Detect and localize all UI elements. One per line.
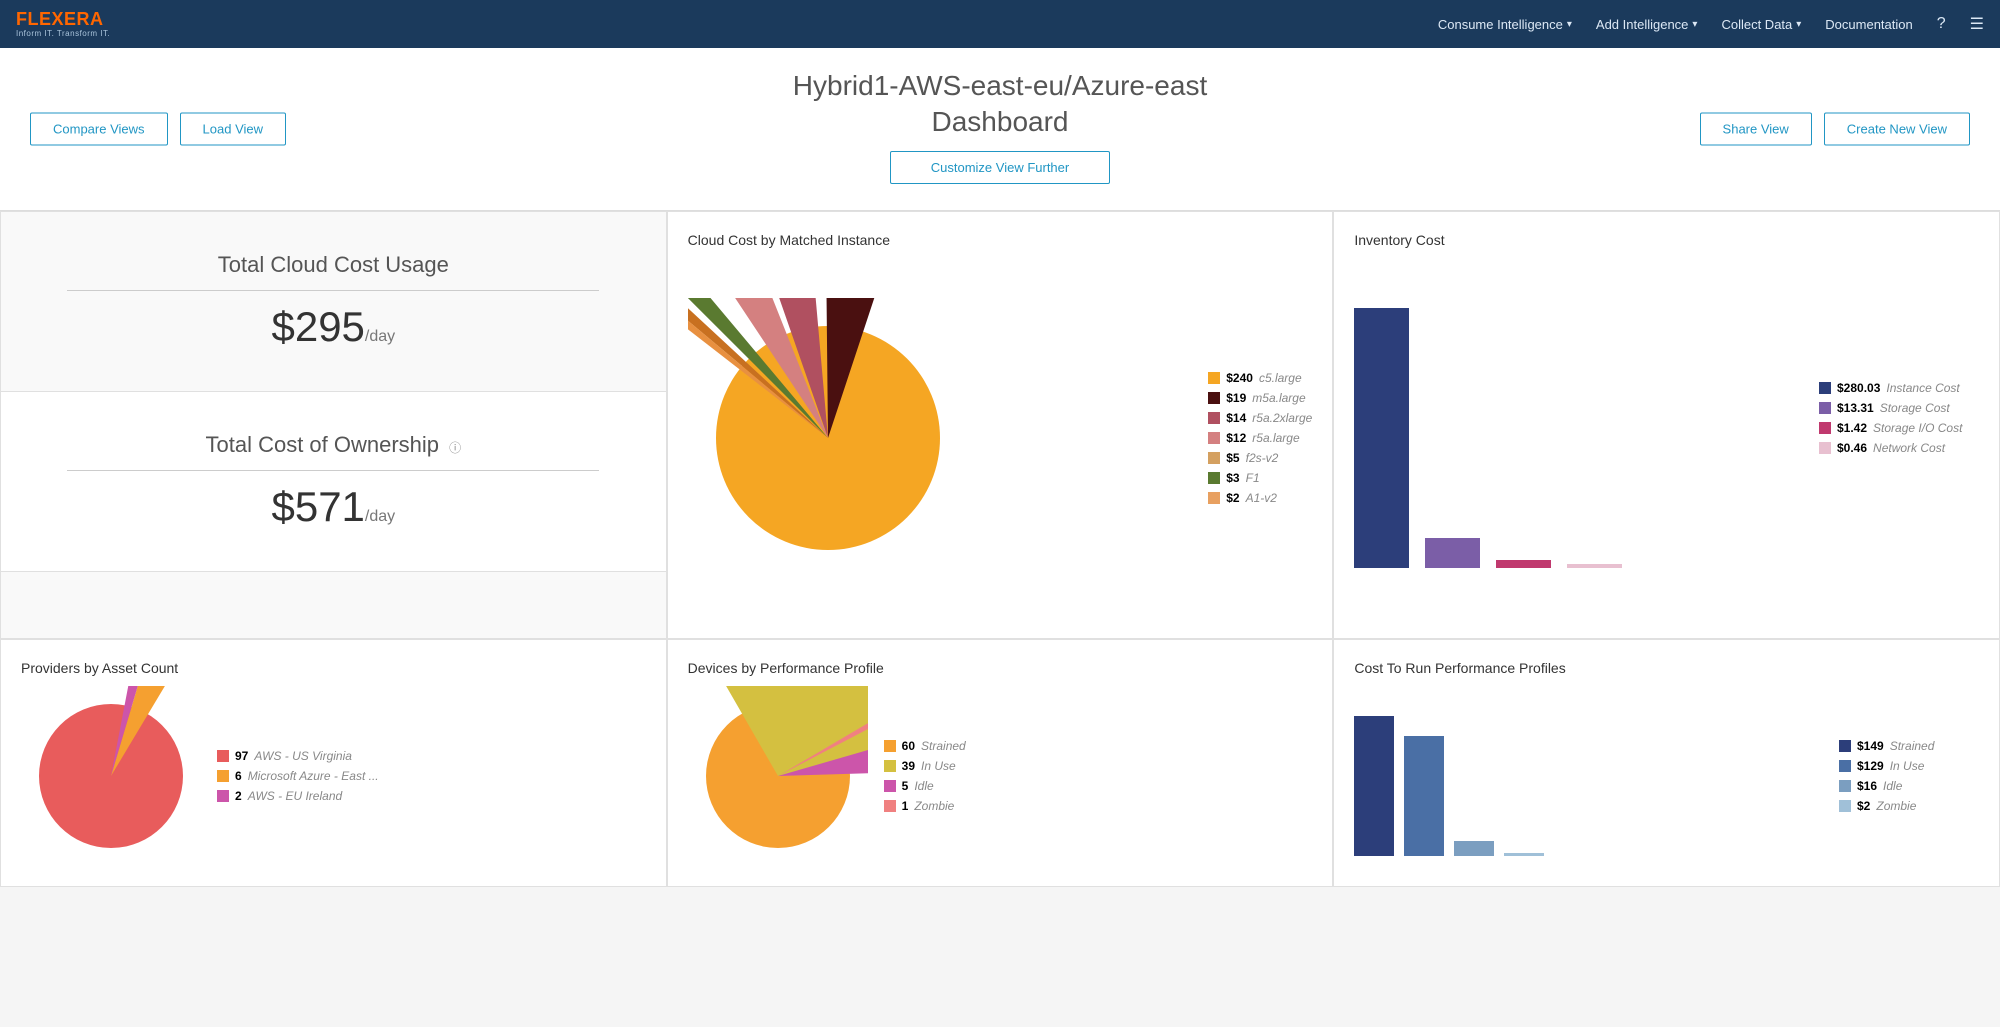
legend-item: $240 c5.large bbox=[1208, 371, 1312, 385]
cloud-cost-pie-container: $240 c5.large $19 m5a.large $14 r5a.2xla… bbox=[688, 258, 1313, 618]
legend-color bbox=[1208, 372, 1220, 384]
bar-storage-io bbox=[1496, 288, 1551, 568]
bottom-row: Providers by Asset Count 97 AWS - US Vir… bbox=[0, 639, 2000, 887]
legend-color bbox=[1208, 452, 1220, 464]
legend-item: 1 Zombie bbox=[884, 799, 966, 813]
total-ownership-value: $571/day bbox=[271, 483, 395, 531]
cloud-cost-chart-title: Cloud Cost by Matched Instance bbox=[688, 232, 1313, 248]
bar-storage-io-fill bbox=[1496, 560, 1551, 568]
header-right-actions: Share View Create New View bbox=[1700, 112, 1970, 145]
legend-color bbox=[1208, 432, 1220, 444]
legend-item: $14 r5a.2xlarge bbox=[1208, 411, 1312, 425]
customize-view-button[interactable]: Customize View Further bbox=[890, 151, 1110, 184]
dashboard-grid: Total Cloud Cost Usage $295/day Total Co… bbox=[0, 210, 2000, 639]
nav-documentation[interactable]: Documentation bbox=[1825, 17, 1912, 32]
load-view-button[interactable]: Load View bbox=[180, 112, 286, 145]
total-cloud-cost-card: Total Cloud Cost Usage $295/day bbox=[1, 212, 666, 392]
nav-consume-intelligence[interactable]: Consume Intelligence ▾ bbox=[1438, 17, 1572, 32]
logo-wordmark: FLEXERA bbox=[16, 10, 110, 30]
legend-item: $1.42 Storage I/O Cost bbox=[1819, 421, 1979, 435]
dropdown-arrow: ▾ bbox=[1567, 19, 1572, 30]
total-cloud-cost-label: Total Cloud Cost Usage bbox=[218, 252, 449, 278]
compare-views-button[interactable]: Compare Views bbox=[30, 112, 168, 145]
bar-storage bbox=[1425, 288, 1480, 568]
devices-legend: 60 Strained 39 In Use 5 Idle 1 Zombie bbox=[884, 739, 966, 813]
legend-item: $13.31 Storage Cost bbox=[1819, 401, 1979, 415]
nav-add-intelligence[interactable]: Add Intelligence ▾ bbox=[1596, 17, 1698, 32]
nav-collect-data[interactable]: Collect Data ▾ bbox=[1721, 17, 1801, 32]
legend-item: $16 Idle bbox=[1839, 779, 1979, 793]
bar-instance-fill bbox=[1354, 308, 1409, 568]
legend-item: $2 A1-v2 bbox=[1208, 491, 1312, 505]
total-ownership-card: Total Cost of Ownership ⓘ $571/day bbox=[1, 392, 666, 572]
legend-item: 2 AWS - EU Ireland bbox=[217, 789, 379, 803]
legend-item: 39 In Use bbox=[884, 759, 966, 773]
cloud-cost-legend: $240 c5.large $19 m5a.large $14 r5a.2xla… bbox=[1208, 371, 1312, 505]
page-title: Hybrid1-AWS-east-eu/Azure-east Dashboard bbox=[300, 68, 1700, 141]
share-view-button[interactable]: Share View bbox=[1700, 112, 1812, 145]
cloud-cost-pie-chart bbox=[688, 298, 968, 578]
legend-item: $5 f2s-v2 bbox=[1208, 451, 1312, 465]
create-new-view-button[interactable]: Create New View bbox=[1824, 112, 1970, 145]
navbar: FLEXERA Inform IT. Transform IT. Consume… bbox=[0, 0, 2000, 48]
ownership-divider bbox=[67, 470, 599, 471]
inventory-bars bbox=[1354, 288, 1789, 578]
dropdown-arrow: ▾ bbox=[1796, 19, 1801, 30]
legend-color bbox=[1208, 412, 1220, 424]
legend-item: $3 F1 bbox=[1208, 471, 1312, 485]
providers-legend: 97 AWS - US Virginia 6 Microsoft Azure -… bbox=[217, 749, 379, 803]
legend-item: 97 AWS - US Virginia bbox=[217, 749, 379, 763]
customize-row: Customize View Further bbox=[0, 151, 2000, 196]
devices-pie-container: 60 Strained 39 In Use 5 Idle 1 Zombie bbox=[688, 686, 1313, 866]
bar-network bbox=[1567, 288, 1622, 568]
legend-item: $149 Strained bbox=[1839, 739, 1979, 753]
devices-chart-card: Devices by Performance Profile 60 Strain… bbox=[667, 639, 1334, 887]
legend-item: 5 Idle bbox=[884, 779, 966, 793]
devices-chart-title: Devices by Performance Profile bbox=[688, 660, 1313, 676]
bar-instance bbox=[1354, 288, 1409, 568]
cost-performance-card: Cost To Run Performance Profiles bbox=[1333, 639, 2000, 887]
total-cloud-cost-value: $295/day bbox=[271, 303, 395, 351]
menu-button[interactable]: ☰ bbox=[1970, 14, 1984, 34]
cost-performance-title: Cost To Run Performance Profiles bbox=[1354, 660, 1979, 676]
dropdown-arrow: ▾ bbox=[1692, 19, 1697, 30]
page-header: Hybrid1-AWS-east-eu/Azure-east Dashboard… bbox=[0, 48, 2000, 210]
inventory-chart-container: $280.03 Instance Cost $13.31 Storage Cos… bbox=[1354, 258, 1979, 578]
inventory-cost-card: Inventory Cost $280.03 bbox=[1333, 211, 2000, 639]
cost-divider bbox=[67, 290, 599, 291]
brand-logo: FLEXERA Inform IT. Transform IT. bbox=[16, 10, 110, 39]
legend-color bbox=[1208, 492, 1220, 504]
providers-chart-card: Providers by Asset Count 97 AWS - US Vir… bbox=[0, 639, 667, 887]
providers-pie-container: 97 AWS - US Virginia 6 Microsoft Azure -… bbox=[21, 686, 646, 866]
legend-item: $19 m5a.large bbox=[1208, 391, 1312, 405]
bar-storage-fill bbox=[1425, 538, 1480, 568]
legend-item: $0.46 Network Cost bbox=[1819, 441, 1979, 455]
cost-performance-bars bbox=[1354, 706, 1809, 866]
header-left-actions: Compare Views Load View bbox=[30, 112, 286, 145]
legend-item: 60 Strained bbox=[884, 739, 966, 753]
cost-performance-legend: $149 Strained $129 In Use $16 Idle $2 Zo… bbox=[1839, 739, 1979, 813]
legend-item: $2 Zombie bbox=[1839, 799, 1979, 813]
logo-tagline: Inform IT. Transform IT. bbox=[16, 30, 110, 39]
legend-item: 6 Microsoft Azure - East ... bbox=[217, 769, 379, 783]
legend-color bbox=[1208, 472, 1220, 484]
help-button[interactable]: ? bbox=[1937, 15, 1946, 33]
legend-item: $280.03 Instance Cost bbox=[1819, 381, 1979, 395]
legend-item: $12 r5a.large bbox=[1208, 431, 1312, 445]
providers-chart-title: Providers by Asset Count bbox=[21, 660, 646, 676]
inventory-cost-title: Inventory Cost bbox=[1354, 232, 1979, 248]
cloud-cost-chart-card: Cloud Cost by Matched Instance $240 c5.l… bbox=[667, 211, 1334, 639]
bar-network-fill bbox=[1567, 564, 1622, 568]
info-icon[interactable]: ⓘ bbox=[449, 441, 461, 455]
legend-color bbox=[1208, 392, 1220, 404]
cost-summary-panel: Total Cloud Cost Usage $295/day Total Co… bbox=[0, 211, 667, 639]
inventory-legend: $280.03 Instance Cost $13.31 Storage Cos… bbox=[1819, 381, 1979, 455]
nav-links: Consume Intelligence ▾ Add Intelligence … bbox=[1438, 14, 1984, 34]
cost-performance-container: $149 Strained $129 In Use $16 Idle $2 Zo… bbox=[1354, 686, 1979, 866]
devices-pie-chart bbox=[688, 686, 868, 866]
providers-pie-chart bbox=[21, 686, 201, 866]
legend-item: $129 In Use bbox=[1839, 759, 1979, 773]
